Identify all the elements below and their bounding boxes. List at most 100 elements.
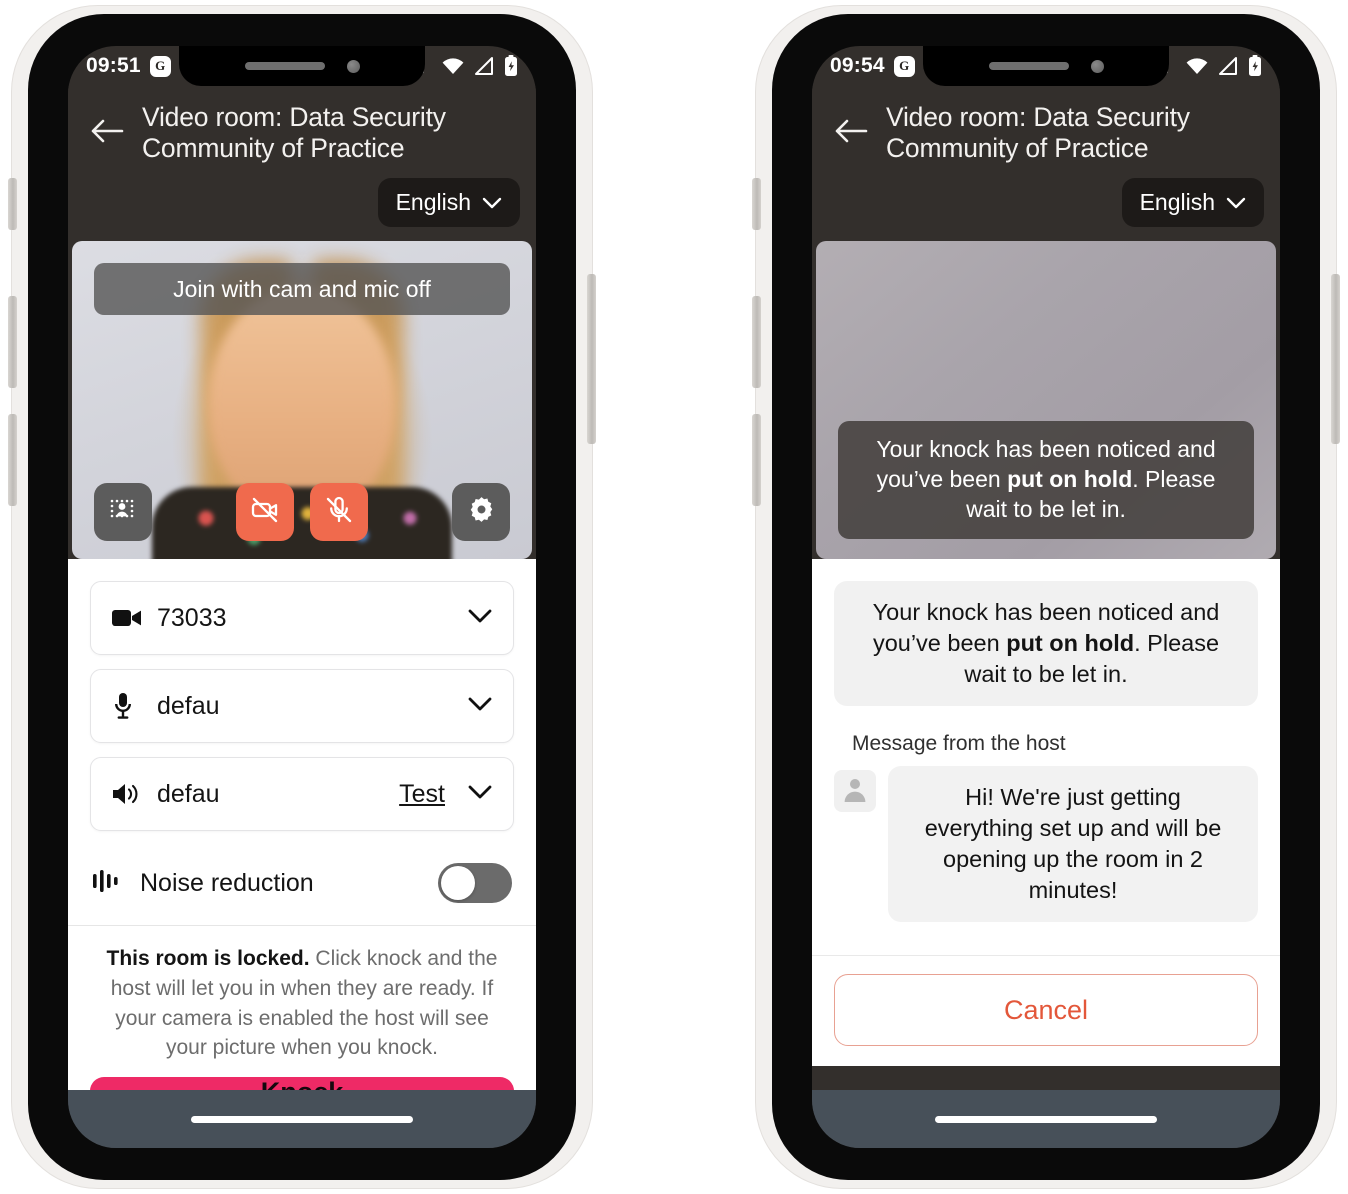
mic-off-icon xyxy=(323,494,355,531)
power-button[interactable] xyxy=(587,274,596,444)
audio-waveform-icon xyxy=(92,868,122,899)
hold-notice-bubble: Your knock has been noticed and you’ve b… xyxy=(834,581,1258,707)
cell-signal-icon xyxy=(474,56,495,76)
mic-toggle-button[interactable] xyxy=(310,483,368,541)
app-header: Video room: Data Security Community of P… xyxy=(68,86,536,241)
chevron-down-icon xyxy=(467,784,493,805)
noise-reduction-label: Noise reduction xyxy=(140,868,314,897)
back-arrow-icon xyxy=(834,118,868,149)
battery-charging-icon xyxy=(1248,55,1262,77)
home-indicator[interactable] xyxy=(191,1115,413,1123)
speaker-device-label: defau xyxy=(157,779,220,808)
avatar xyxy=(834,770,876,813)
cell-signal-icon xyxy=(1218,56,1239,76)
language-selector[interactable]: English xyxy=(1121,178,1264,227)
locked-notice-text: This room is locked. Click knock and the… xyxy=(94,944,510,1063)
knock-button-label: Knock xyxy=(261,1077,344,1090)
earpiece-speaker-icon xyxy=(244,62,325,70)
wifi-icon xyxy=(1185,56,1209,76)
device-settings-list: 73033 defau defau Test Noise reduction xyxy=(68,559,536,925)
chevron-down-icon xyxy=(467,696,493,717)
status-bar-left: 09:51 G xyxy=(86,54,171,78)
camera-off-icon xyxy=(249,494,281,531)
noise-reduction-toggle[interactable] xyxy=(438,863,512,903)
camera-device-selector[interactable]: 73033 xyxy=(90,581,514,655)
phone-right: 09:54 G Video room: Data Security Commun… xyxy=(752,6,1340,1188)
volume-down-button[interactable] xyxy=(8,414,17,506)
cancel-button[interactable]: Cancel xyxy=(834,974,1258,1046)
host-message-label: Message from the host xyxy=(852,732,1066,756)
host-message-row: Hi! We're just getting everything set up… xyxy=(834,766,1258,923)
app-header: Video room: Data Security Community of P… xyxy=(812,86,1280,241)
app-notification-badge-icon: G xyxy=(893,55,915,77)
page-title: Video room: Data Security Community of P… xyxy=(142,102,446,163)
camera-preview: Join with cam and mic off xyxy=(72,241,532,559)
gear-icon xyxy=(466,494,497,530)
back-button[interactable] xyxy=(84,110,130,156)
knock-button[interactable]: Knock xyxy=(90,1077,514,1090)
language-label: English xyxy=(1139,189,1215,215)
header-row: Video room: Data Security Community of P… xyxy=(84,100,520,164)
phone-left: 09:51 G Video room: Data Security Commun… xyxy=(8,6,596,1188)
front-camera-icon xyxy=(346,59,360,73)
chevron-down-icon xyxy=(467,608,493,629)
waiting-content: Your knock has been noticed and you’ve b… xyxy=(812,559,1280,955)
phone-bezel-inner: 09:54 G Video room: Data Security Commun… xyxy=(772,14,1320,1180)
home-indicator[interactable] xyxy=(935,1115,1157,1123)
phone-bezel-inner: 09:51 G Video room: Data Security Commun… xyxy=(28,14,576,1180)
mute-switch-button[interactable] xyxy=(8,178,17,230)
language-label: English xyxy=(395,189,471,215)
display-notch xyxy=(179,46,425,86)
microphone-device-label: defau xyxy=(157,691,220,720)
chevron-down-icon xyxy=(482,189,502,216)
status-bar-left: 09:54 G xyxy=(830,54,915,78)
page-title: Video room: Data Security Community of P… xyxy=(886,102,1190,163)
background-effects-button[interactable] xyxy=(94,483,152,541)
status-time: 09:54 xyxy=(830,54,885,77)
hold-notice-bold: put on hold xyxy=(1006,630,1135,657)
phone-screen-right: 09:54 G Video room: Data Security Commun… xyxy=(812,46,1280,1148)
mute-switch-button[interactable] xyxy=(752,178,761,230)
cancel-button-label: Cancel xyxy=(1003,994,1089,1025)
knock-waiting-sheet: Your knock has been noticed and you’ve b… xyxy=(812,559,1280,1066)
language-selector[interactable]: English xyxy=(377,178,520,227)
video-controls-bar xyxy=(72,483,532,541)
system-navigation-bar xyxy=(68,1090,536,1148)
microphone-icon xyxy=(111,692,143,720)
phone-screen-left: 09:51 G Video room: Data Security Commun… xyxy=(68,46,536,1148)
earpiece-speaker-icon xyxy=(988,62,1069,70)
microphone-device-selector[interactable]: defau xyxy=(90,669,514,743)
volume-up-button[interactable] xyxy=(8,296,17,388)
setup-sheet: 73033 defau defau Test Noise reduction T… xyxy=(68,559,536,1090)
language-row: English xyxy=(828,164,1264,241)
power-button[interactable] xyxy=(1331,274,1340,444)
two-phone-comparison: 09:51 G Video room: Data Security Commun… xyxy=(0,0,1348,1194)
camera-toggle-button[interactable] xyxy=(236,483,294,541)
test-speaker-link[interactable]: Test xyxy=(399,780,445,809)
status-time: 09:51 xyxy=(86,54,141,77)
cancel-footer: Cancel xyxy=(812,955,1280,1066)
settings-button[interactable] xyxy=(452,483,510,541)
person-grid-icon xyxy=(108,495,138,530)
back-button[interactable] xyxy=(828,110,874,156)
chevron-down-icon xyxy=(1226,189,1246,216)
hold-toast-bold: put on hold xyxy=(1007,466,1133,493)
volume-up-button[interactable] xyxy=(752,296,761,388)
hold-toast: Your knock has been noticed and you’ve b… xyxy=(838,421,1254,539)
system-navigation-bar xyxy=(812,1090,1280,1148)
language-row: English xyxy=(84,164,520,241)
speaker-icon xyxy=(111,781,143,807)
camera-device-label: 73033 xyxy=(157,603,227,632)
locked-notice-bold: This room is locked. xyxy=(106,947,310,970)
camera-icon xyxy=(111,606,143,630)
join-with-cam-and-mic-off-button[interactable]: Join with cam and mic off xyxy=(94,263,510,315)
back-arrow-icon xyxy=(90,118,124,149)
noise-reduction-row: Noise reduction xyxy=(90,845,514,925)
wifi-icon xyxy=(441,56,465,76)
toggle-knob xyxy=(441,866,475,900)
volume-down-button[interactable] xyxy=(752,414,761,506)
camera-preview-placeholder: Your knock has been noticed and you’ve b… xyxy=(816,241,1276,559)
speaker-device-selector[interactable]: defau Test xyxy=(90,757,514,831)
host-message-bubble: Hi! We're just getting everything set up… xyxy=(888,766,1258,923)
app-notification-badge-icon: G xyxy=(149,55,171,77)
